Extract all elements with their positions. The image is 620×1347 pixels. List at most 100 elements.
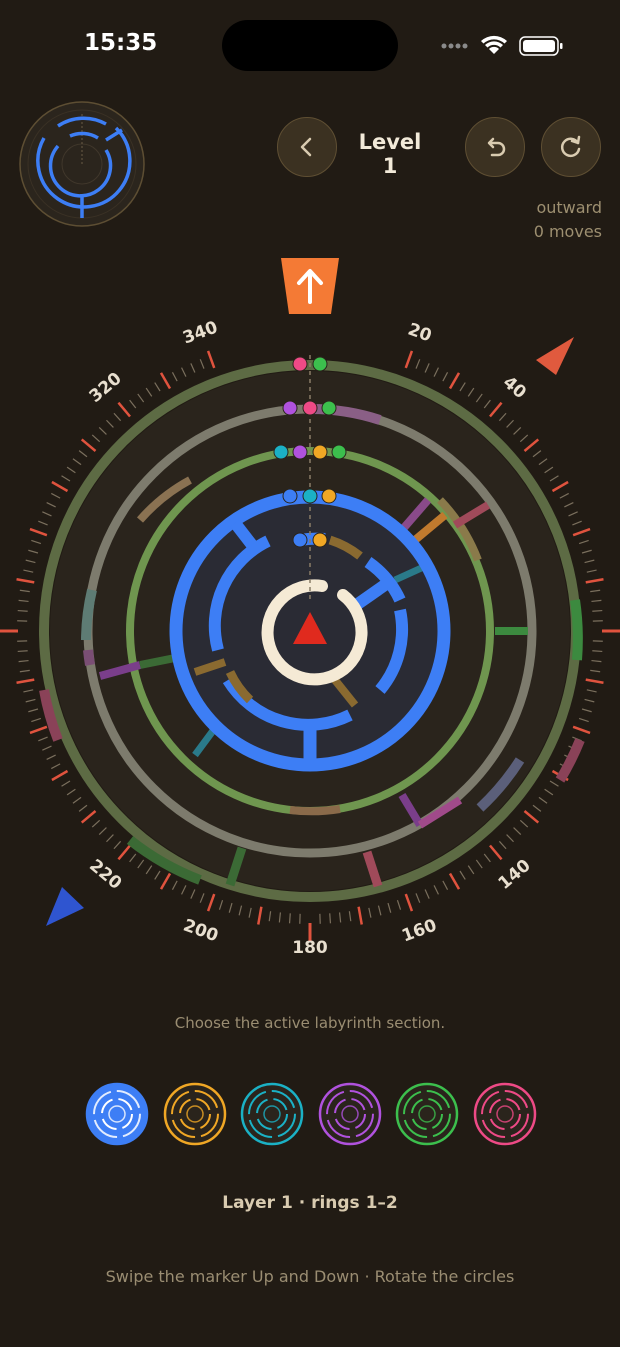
- dial-tick: [72, 796, 82, 804]
- dial-tick: [206, 893, 216, 912]
- moves-counter: 0 moves: [533, 222, 602, 241]
- dial-tick: [190, 889, 196, 899]
- minimap[interactable]: [18, 100, 146, 228]
- dial-tick: [228, 902, 233, 913]
- dial-tick: [585, 678, 604, 684]
- dial-tick: [16, 578, 35, 584]
- dial-tick: [51, 492, 61, 499]
- dial-label: 320: [86, 369, 126, 407]
- dial-tick: [23, 569, 34, 573]
- dial-tick: [415, 893, 421, 903]
- dial-tick: [17, 609, 28, 612]
- undo-icon: [487, 137, 506, 157]
- dial-tick: [559, 492, 569, 499]
- dial-tick: [51, 763, 61, 770]
- dial-tick: [590, 669, 601, 673]
- dial-tick: [46, 502, 56, 508]
- dial-tick: [288, 913, 291, 924]
- dial-label: 160: [399, 915, 439, 946]
- back-button[interactable]: [277, 117, 337, 177]
- dial-tick: [106, 834, 114, 843]
- dial-tick: [137, 393, 145, 403]
- wifi-icon: [481, 35, 507, 54]
- dial-tick: [29, 725, 48, 735]
- dial-tick: [28, 708, 39, 713]
- dial-tick: [523, 438, 540, 452]
- undo-button[interactable]: [465, 117, 525, 177]
- section-button-blue[interactable]: [85, 1082, 149, 1146]
- dial-tick: [238, 905, 243, 916]
- dial-tick: [129, 399, 137, 409]
- dial-tick: [591, 599, 602, 603]
- dial-tick: [23, 689, 34, 693]
- dial-tick: [544, 466, 554, 474]
- dial-tick: [538, 796, 548, 804]
- dial-tick: [404, 893, 414, 912]
- dial-tick: [572, 725, 591, 735]
- dial-tick: [98, 427, 107, 435]
- dial-tick: [475, 393, 483, 403]
- dial-tick: [523, 810, 540, 824]
- labyrinth-board[interactable]: 20 40 140 160 180 200 220 320 340: [0, 316, 620, 956]
- dial-tick: [467, 865, 475, 875]
- chevron-left-icon: [300, 137, 312, 157]
- dial-tick: [489, 844, 503, 861]
- dial-tick: [117, 844, 131, 861]
- dial-tick: [564, 502, 574, 508]
- dial-tick: [171, 372, 178, 382]
- dial-tick: [145, 387, 153, 397]
- dial-tick: [467, 387, 475, 397]
- section-icon: [473, 1082, 536, 1146]
- dial-label: 180: [292, 938, 328, 956]
- dial-tick: [154, 870, 161, 880]
- dial-tick: [113, 412, 122, 422]
- section-button-green[interactable]: [395, 1082, 459, 1146]
- dial-tick: [159, 372, 172, 390]
- dial-tick: [544, 788, 554, 796]
- dial-tick: [181, 367, 187, 377]
- dial-tick: [433, 885, 439, 895]
- dial-tick: [248, 907, 252, 918]
- dial-tick: [498, 412, 507, 422]
- dial-tick: [25, 559, 36, 564]
- section-icon: [85, 1082, 149, 1146]
- restart-button[interactable]: [541, 117, 601, 177]
- dial-tick: [459, 382, 466, 392]
- dial-tick: [442, 372, 449, 382]
- dial-tick: [424, 363, 430, 373]
- section-button-cyan[interactable]: [240, 1082, 304, 1146]
- dial-tick: [257, 906, 263, 925]
- dial-tick: [25, 698, 36, 703]
- dial-tick: [506, 419, 514, 428]
- dial-tick: [357, 906, 363, 925]
- dial-tick: [171, 880, 178, 890]
- dial-tick: [129, 853, 137, 863]
- dial-tick: [519, 819, 529, 828]
- dial-tick: [348, 911, 352, 922]
- dial-tick: [19, 589, 30, 593]
- dial-tick: [51, 480, 69, 493]
- dial-tick: [28, 549, 39, 554]
- section-icon: [163, 1082, 226, 1146]
- dial-tick: [387, 902, 392, 913]
- layer-label: Layer 1 · rings 1–2: [222, 1193, 398, 1213]
- dial-tick: [475, 859, 483, 869]
- dial-tick: [459, 870, 466, 880]
- dial-tick: [91, 434, 101, 443]
- up-marker[interactable]: [281, 258, 339, 314]
- section-button-orange[interactable]: [163, 1082, 227, 1146]
- dial-tick: [338, 912, 342, 923]
- signal-icon: [441, 43, 468, 49]
- section-button-pink[interactable]: [473, 1082, 537, 1146]
- dial-tick: [442, 880, 449, 890]
- dial-tick: [78, 450, 88, 458]
- dial-tick: [42, 745, 52, 751]
- status-time: 15:35: [84, 30, 158, 56]
- section-icon: [318, 1082, 381, 1146]
- dial-tick: [278, 912, 282, 923]
- dial-tick: [268, 911, 272, 922]
- section-button-purple[interactable]: [318, 1082, 382, 1146]
- dial-tick: [415, 359, 421, 369]
- dial-tick: [38, 736, 48, 742]
- dial-tick: [113, 840, 122, 850]
